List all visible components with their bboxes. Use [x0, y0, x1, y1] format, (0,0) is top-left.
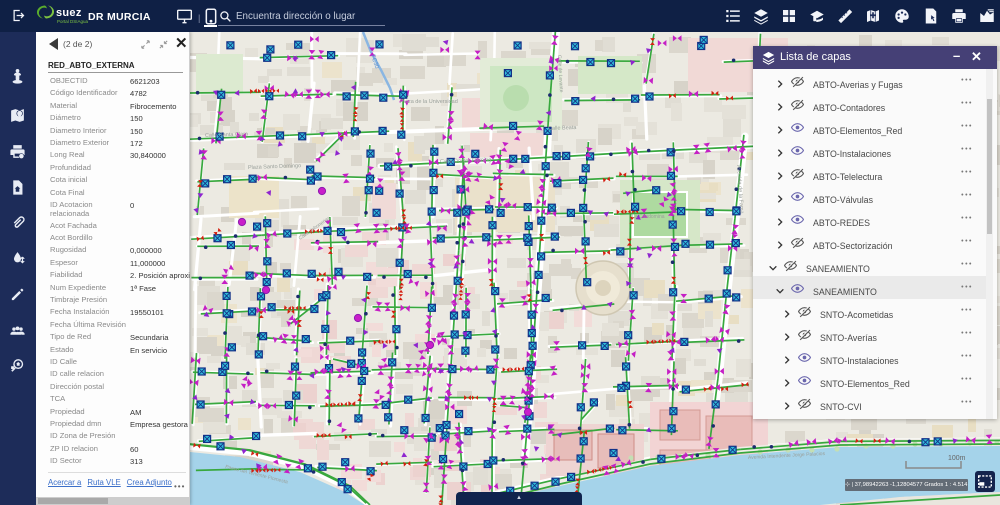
svg-text:Calle Beata: Calle Beata: [548, 125, 578, 132]
svg-text:Plaza de la Universidad: Plaza de la Universidad: [400, 99, 458, 105]
svg-text:La Condomina: La Condomina: [632, 214, 665, 220]
